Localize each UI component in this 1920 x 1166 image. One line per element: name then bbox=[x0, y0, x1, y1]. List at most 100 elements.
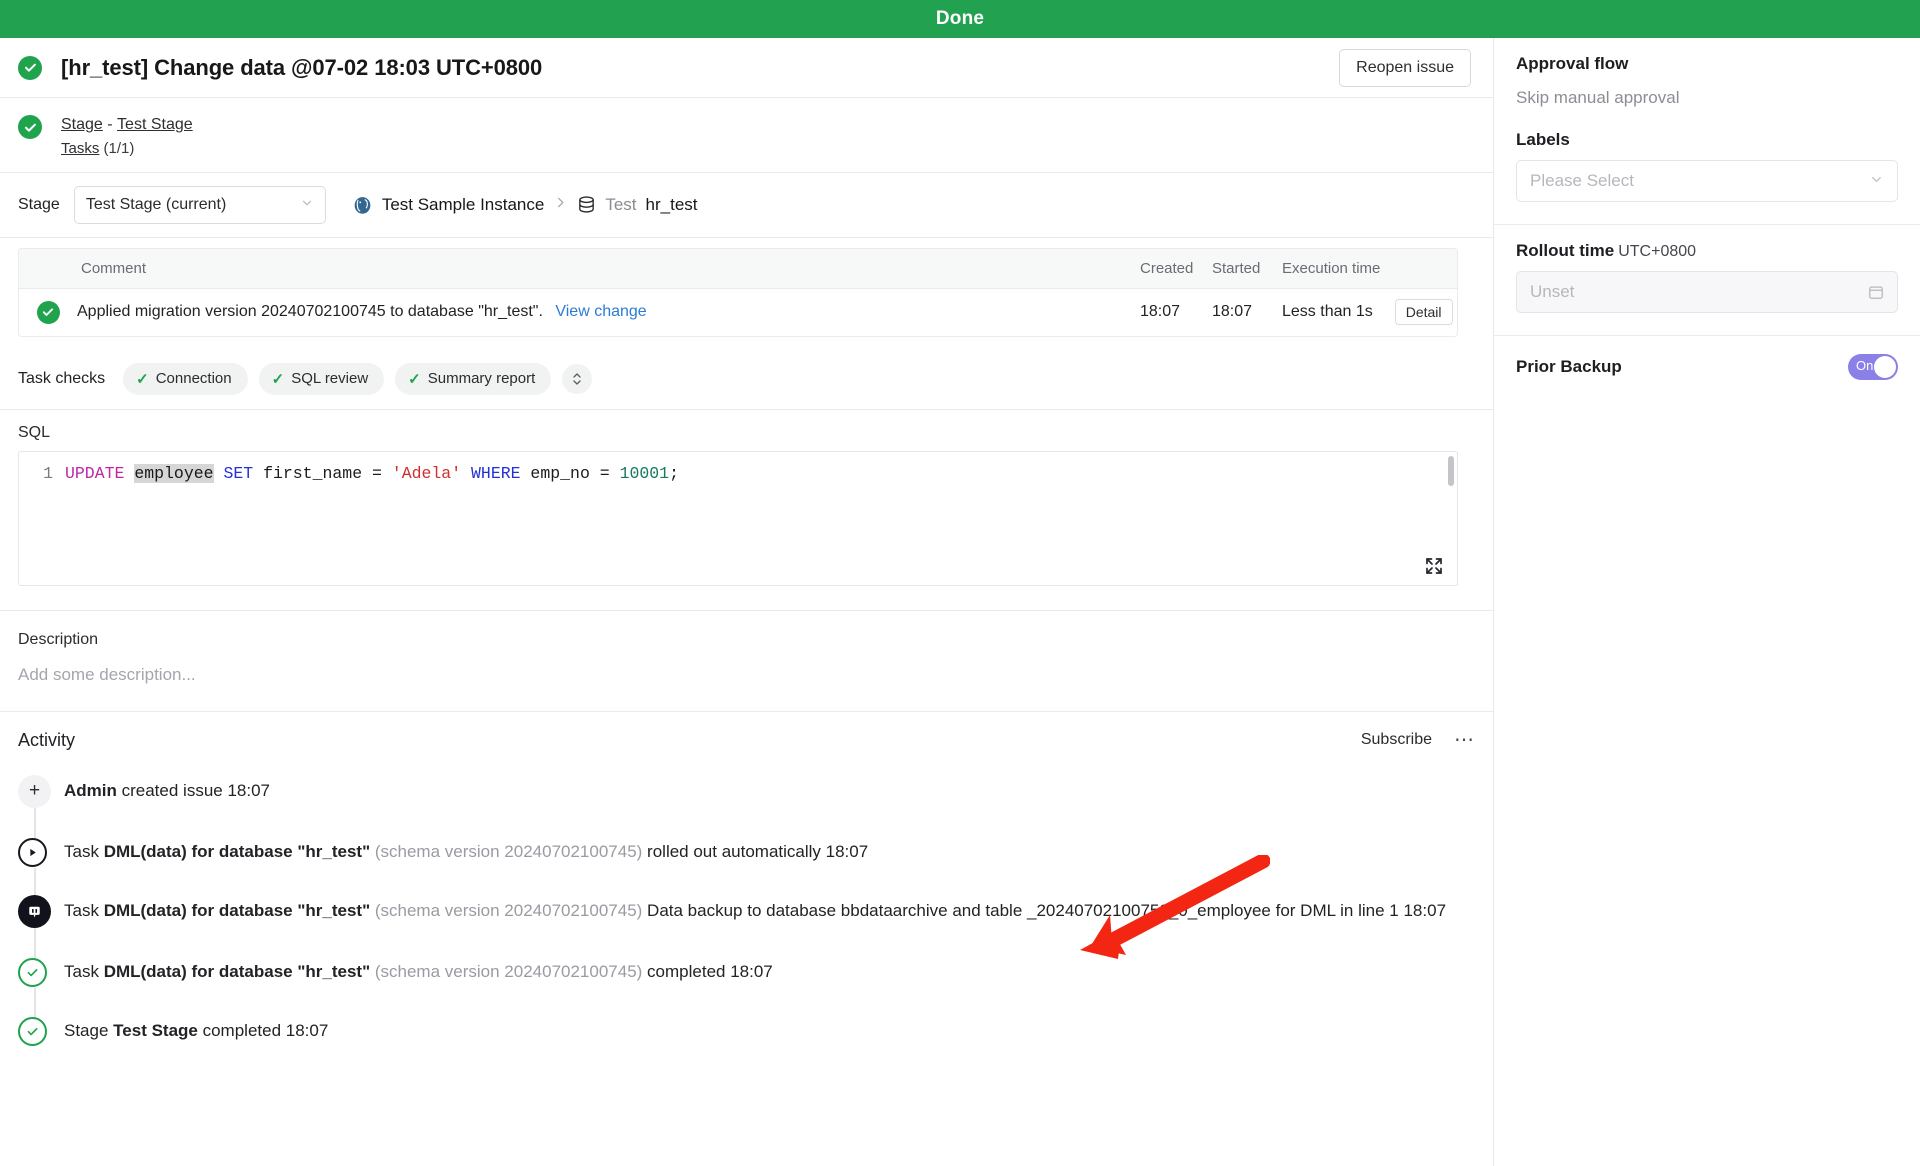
page-body: [hr_test] Change data @07-02 18:03 UTC+0… bbox=[0, 38, 1920, 1166]
activity-tail: Data backup to database bbdataarchive an… bbox=[642, 900, 1447, 920]
sql-token: 'Adela' bbox=[391, 463, 462, 483]
breadcrumb-instance[interactable]: Test Sample Instance bbox=[382, 195, 545, 215]
list-item: Stage Test Stage completed 18:07 bbox=[18, 1015, 1475, 1046]
activity-rest: created issue 18:07 bbox=[116, 780, 270, 800]
task-check-connection[interactable]: ✓ Connection bbox=[123, 362, 248, 395]
reopen-issue-button[interactable]: Reopen issue bbox=[1339, 48, 1471, 87]
stage-select-label: Stage bbox=[18, 195, 60, 213]
activity-target: DML(data) for database "hr_test" bbox=[103, 961, 371, 981]
row-comment-cell: Applied migration version 20240702100745… bbox=[77, 303, 1140, 321]
sql-section: SQL 1 UPDATE employee SET first_name = '… bbox=[0, 410, 1493, 586]
tasks-link[interactable]: Tasks bbox=[61, 140, 99, 157]
labels-select[interactable]: Please Select bbox=[1516, 160, 1898, 202]
tasks-count: (1/1) bbox=[103, 140, 135, 158]
activity-icon-wrap bbox=[18, 894, 64, 928]
ellipsis-icon[interactable]: ⋯ bbox=[1454, 730, 1475, 750]
approval-flow-value: Skip manual approval bbox=[1516, 88, 1680, 107]
page-title: [hr_test] Change data @07-02 18:03 UTC+0… bbox=[61, 54, 543, 80]
issue-status-text: Done bbox=[935, 8, 985, 29]
play-circle-icon bbox=[18, 837, 47, 867]
approval-and-labels-block: Approval flow Skip manual approval Label… bbox=[1494, 38, 1920, 225]
sql-scrollbar[interactable] bbox=[1448, 455, 1454, 486]
list-item: Task DML(data) for database "hr_test" (s… bbox=[18, 836, 1475, 899]
stage-select-value: Test Stage (current) bbox=[85, 195, 227, 213]
table-header-execution-time: Execution time bbox=[1282, 259, 1381, 277]
activity-header: Activity Subscribe ⋯ bbox=[18, 730, 1475, 751]
breadcrumb-db-name[interactable]: hr_test bbox=[646, 195, 698, 215]
activity-schema: (schema version 20240702100745) bbox=[370, 961, 643, 981]
activity-tail: rolled out automatically 18:07 bbox=[642, 841, 869, 861]
chevron-up-down-icon[interactable] bbox=[562, 363, 593, 394]
database-icon bbox=[577, 195, 596, 214]
issue-header: [hr_test] Change data @07-02 18:03 UTC+0… bbox=[0, 38, 1493, 98]
view-change-link[interactable]: View change bbox=[555, 303, 646, 320]
check-circle-icon bbox=[36, 300, 60, 324]
table-header-comment: Comment bbox=[81, 259, 147, 277]
list-item: Task DML(data) for database "hr_test" (s… bbox=[18, 894, 1475, 960]
activity-prefix: Stage bbox=[64, 1020, 114, 1040]
sql-code-line: 1 UPDATE employee SET first_name = 'Adel… bbox=[19, 452, 1457, 484]
toggle-knob bbox=[1874, 356, 1896, 378]
rollout-time-input[interactable]: Unset bbox=[1516, 271, 1898, 313]
description-section: Description Add some description... bbox=[0, 609, 1493, 712]
activity-target: DML(data) for database "hr_test" bbox=[103, 900, 371, 920]
sql-token: emp_no = bbox=[520, 463, 620, 483]
stage-select[interactable]: Test Stage (current) bbox=[73, 185, 326, 224]
check-circle-outline-icon bbox=[18, 1016, 47, 1046]
list-item: + Admin created issue 18:07 bbox=[18, 774, 1475, 840]
subscribe-button[interactable]: Subscribe bbox=[1361, 731, 1432, 749]
activity-prefix: Task bbox=[64, 841, 104, 861]
stage-summary-strip: Stage - Test Stage Tasks (1/1) bbox=[0, 98, 1493, 173]
prior-backup-toggle[interactable]: On bbox=[1848, 354, 1898, 380]
sql-token: 10001 bbox=[619, 463, 670, 483]
row-execution-cell: Less than 1s Detail bbox=[1282, 299, 1457, 326]
row-started-cell: 18:07 bbox=[1212, 303, 1253, 321]
activity-title: Activity bbox=[18, 729, 76, 750]
check-circle-outline-icon bbox=[18, 957, 47, 987]
table-header-row: Comment Created Started Execution time bbox=[19, 248, 1457, 289]
activity-section: Activity Subscribe ⋯ + Admin created iss… bbox=[0, 712, 1493, 1046]
table-row[interactable]: Applied migration version 20240702100745… bbox=[19, 289, 1457, 336]
approval-flow-title: Approval flow bbox=[1516, 54, 1629, 73]
sql-token: UPDATE bbox=[65, 463, 125, 483]
detail-button[interactable]: Detail bbox=[1394, 299, 1453, 326]
sql-divider bbox=[1457, 451, 1458, 585]
task-check-connection-label: Connection bbox=[155, 370, 232, 388]
sql-label: SQL bbox=[18, 423, 51, 441]
issue-status-banner: Done bbox=[0, 0, 1920, 38]
task-checks-label: Task checks bbox=[18, 369, 106, 387]
activity-text: Task DML(data) for database "hr_test" (s… bbox=[64, 956, 773, 987]
stage-link[interactable]: Stage bbox=[61, 116, 103, 133]
prior-backup-row: Prior Backup On bbox=[1494, 336, 1920, 398]
fullscreen-icon[interactable] bbox=[1425, 557, 1443, 575]
activity-target: Test Stage bbox=[113, 1020, 198, 1040]
sql-code-tokens: UPDATE employee SET first_name = 'Adela'… bbox=[65, 463, 679, 484]
chevron-down-icon bbox=[300, 196, 314, 213]
activity-schema: (schema version 20240702100745) bbox=[370, 841, 643, 861]
stage-name-link[interactable]: Test Stage bbox=[117, 116, 193, 133]
activity-tail: completed 18:07 bbox=[197, 1020, 329, 1040]
row-status-cell bbox=[19, 300, 77, 324]
table-header-started: Started bbox=[1212, 259, 1261, 277]
table-header-created: Created bbox=[1140, 259, 1194, 277]
task-check-summary-report[interactable]: ✓ Summary report bbox=[395, 362, 552, 395]
plus-icon: + bbox=[18, 774, 51, 808]
postgres-elephant-icon bbox=[352, 194, 373, 215]
sql-editor[interactable]: 1 UPDATE employee SET first_name = 'Adel… bbox=[18, 450, 1458, 586]
description-input[interactable]: Add some description... bbox=[18, 665, 1475, 685]
check-circle-icon bbox=[18, 115, 42, 139]
breadcrumb-db-prefix: Test bbox=[605, 194, 637, 214]
task-check-sql-review[interactable]: ✓ SQL review bbox=[258, 362, 385, 395]
prior-backup-label: Prior Backup bbox=[1516, 357, 1622, 376]
activity-schema: (schema version 20240702100745) bbox=[370, 900, 643, 920]
chevron-down-icon bbox=[1869, 172, 1884, 190]
task-check-summary-report-label: Summary report bbox=[427, 370, 536, 388]
task-check-sql-review-label: SQL review bbox=[291, 370, 369, 388]
calendar-icon bbox=[1868, 284, 1884, 300]
rollout-timezone: UTC+0800 bbox=[1618, 243, 1697, 260]
rollout-time-value: Unset bbox=[1530, 282, 1575, 301]
sql-token: WHERE bbox=[471, 463, 521, 483]
activity-tail: completed 18:07 bbox=[642, 961, 773, 981]
